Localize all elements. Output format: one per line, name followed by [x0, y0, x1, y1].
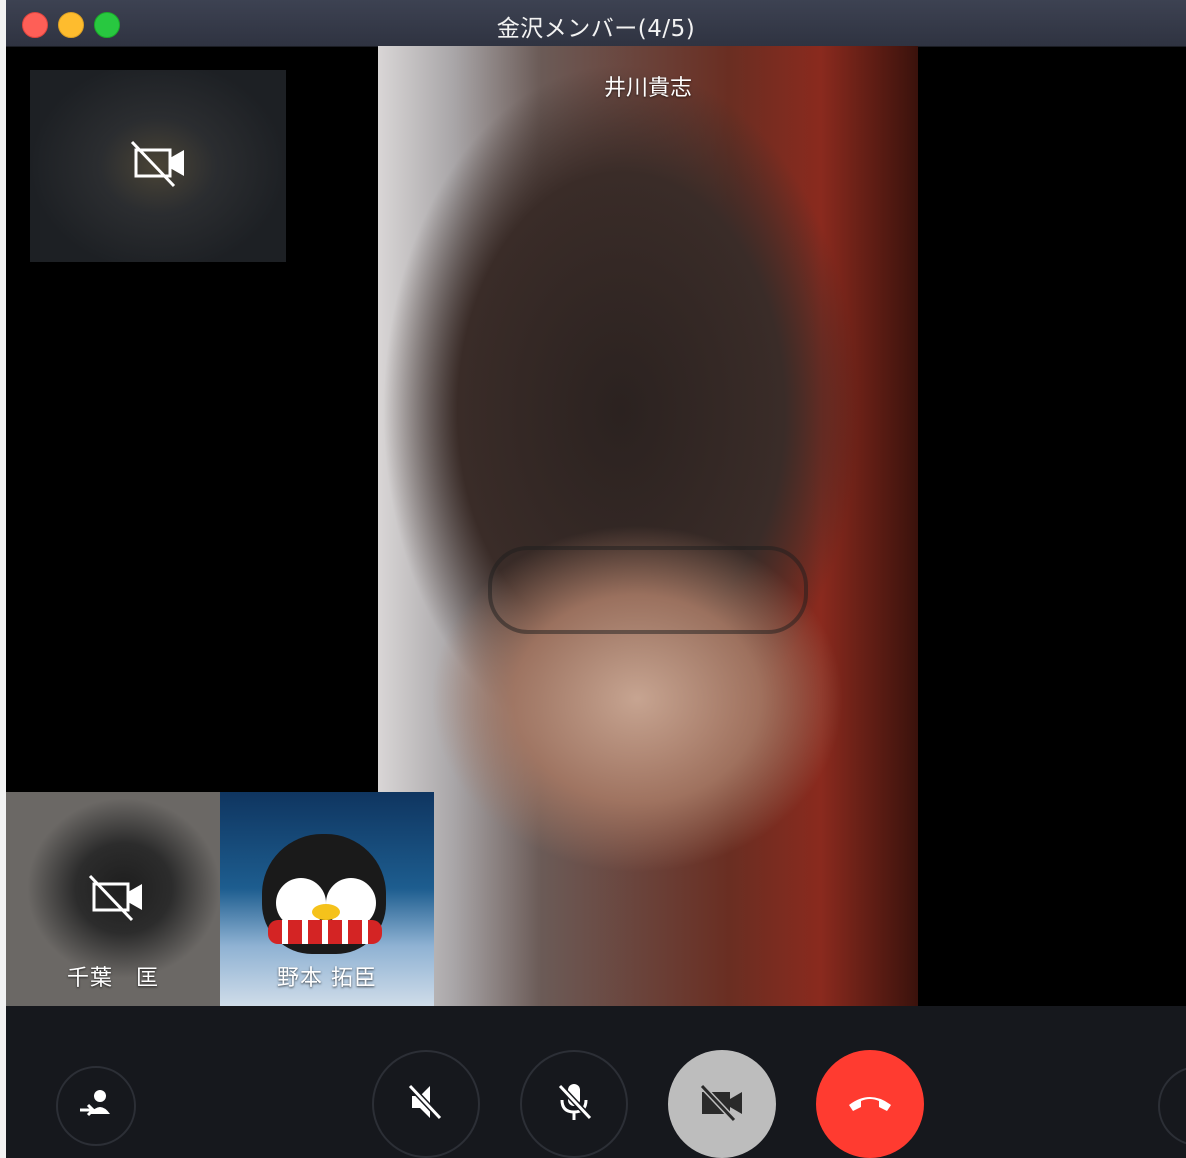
window-title: 金沢メンバー(4/5) [496, 16, 696, 42]
invite-member-button[interactable] [56, 1066, 136, 1146]
video-toggle-button[interactable] [668, 1050, 776, 1158]
main-speaker-name: 井川貴志 [603, 76, 692, 101]
speaker-toggle-button[interactable] [372, 1050, 480, 1158]
camera-off-icon [128, 140, 188, 192]
participant-name: 野本 拓臣 [277, 966, 377, 991]
end-call-button[interactable] [816, 1050, 924, 1158]
video-off-icon [698, 1082, 746, 1126]
call-controls-bar [6, 1006, 1186, 1158]
title-bar: 金沢メンバー(4/5) [6, 0, 1186, 47]
mic-toggle-button[interactable] [520, 1050, 628, 1158]
participant-tile[interactable]: 野本 拓臣 [220, 792, 434, 1006]
speaker-muted-icon [404, 1080, 448, 1128]
camera-off-icon [86, 874, 146, 926]
main-speaker-video[interactable]: 井川貴志 [378, 46, 918, 1006]
hang-up-icon [845, 1087, 895, 1121]
add-member-icon [76, 1084, 116, 1128]
mic-muted-icon [552, 1080, 596, 1128]
participant-tile[interactable]: 千葉 匡 [6, 792, 220, 1006]
video-call-window: 金沢メンバー(4/5) 井川貴志 千葉 匡 野本 拓臣 [6, 0, 1186, 1158]
participant-name: 千葉 匡 [66, 966, 159, 991]
more-options-button[interactable] [1158, 1066, 1186, 1146]
self-preview[interactable] [30, 70, 286, 262]
